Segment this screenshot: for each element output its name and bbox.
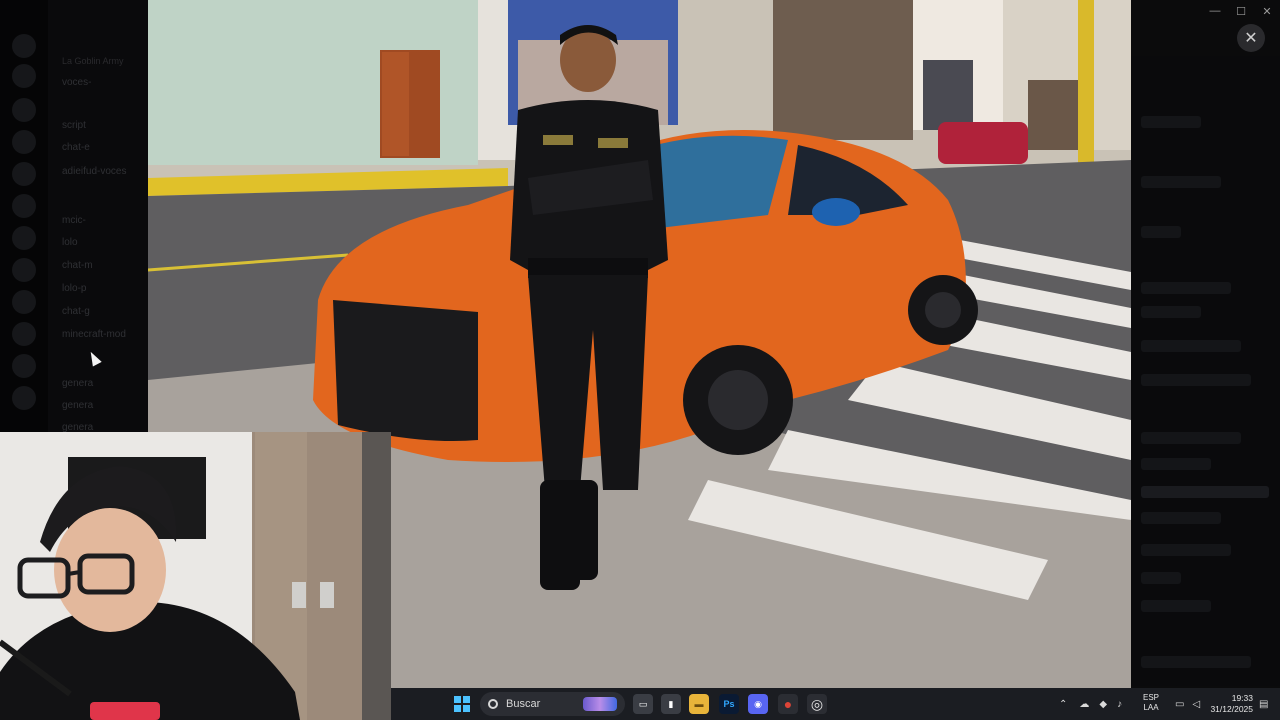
volume-icon: ◁ xyxy=(1192,698,1201,710)
channel-item[interactable]: adieifud-voces xyxy=(48,166,148,186)
screen: La Goblin Army voces- script chat-e adie… xyxy=(0,0,1280,720)
chevron-up-icon[interactable]: ⌃ xyxy=(1059,699,1067,710)
member-list xyxy=(1131,56,1280,686)
member-item[interactable] xyxy=(1141,656,1251,668)
obs-icon[interactable]: ◎ xyxy=(807,694,827,714)
channel-item[interactable]: lolo-p xyxy=(48,283,148,303)
chrome-icon[interactable]: ● xyxy=(778,694,798,714)
channel-item[interactable]: chat-m xyxy=(48,260,148,280)
clock-time: 19:33 xyxy=(1231,693,1253,703)
server-icon[interactable] xyxy=(12,34,36,58)
member-item[interactable] xyxy=(1141,512,1221,524)
member-item[interactable] xyxy=(1141,432,1241,444)
close-viewer-button[interactable]: ✕ xyxy=(1237,24,1265,52)
server-icon[interactable] xyxy=(12,98,36,122)
search-highlight-icon xyxy=(583,697,617,711)
member-item[interactable] xyxy=(1141,176,1221,188)
network-sound[interactable]: ▭ ◁ xyxy=(1175,688,1208,720)
member-item[interactable] xyxy=(1141,340,1241,352)
server-icon[interactable] xyxy=(12,162,36,186)
member-item[interactable] xyxy=(1141,226,1181,238)
system-tray: ⌃ ☁ ◆ ♪ xyxy=(1059,688,1132,720)
server-icon[interactable] xyxy=(12,64,36,88)
clock-date: 31/12/2025 xyxy=(1210,704,1253,714)
member-item[interactable] xyxy=(1141,374,1251,386)
windows-start-icon[interactable] xyxy=(454,696,470,712)
channel-item[interactable]: chat-e xyxy=(48,142,148,162)
server-icon[interactable] xyxy=(12,322,36,346)
member-item[interactable] xyxy=(1141,544,1231,556)
server-icon[interactable] xyxy=(12,258,36,282)
taskbar-search[interactable]: Buscar xyxy=(480,692,625,716)
member-item[interactable] xyxy=(1141,458,1211,470)
channel-item[interactable]: lolo xyxy=(48,237,148,257)
server-icon[interactable] xyxy=(12,354,36,378)
channel-item[interactable]: genera xyxy=(48,378,148,398)
clock[interactable]: 19:33 31/12/2025 xyxy=(1207,693,1253,715)
channel-item[interactable]: genera xyxy=(48,400,148,420)
microphone-icon[interactable]: ♪ xyxy=(1117,699,1122,710)
taskbar: Buscar ▭ ▮ ▬ Ps ◉ ● ◎ ⌃ ☁ ◆ ♪ ESP LAA ▭ … xyxy=(391,688,1280,720)
channel-item[interactable]: mcic- xyxy=(48,215,148,235)
server-name: La Goblin Army xyxy=(62,56,124,66)
photoshop-icon[interactable]: Ps xyxy=(719,694,739,714)
keyboard-layout: LAA xyxy=(1143,703,1159,712)
server-icon[interactable] xyxy=(12,226,36,250)
member-item[interactable] xyxy=(1141,486,1269,498)
discord-icon[interactable]: ◉ xyxy=(748,694,768,714)
window-controls: — ☐ ✕ xyxy=(1202,0,1280,22)
webcam-feed xyxy=(0,432,391,720)
member-item[interactable] xyxy=(1141,282,1231,294)
minimize-button[interactable]: — xyxy=(1202,0,1228,22)
webcam-overlay xyxy=(0,432,391,720)
server-icon[interactable] xyxy=(12,194,36,218)
notifications-icon[interactable]: ▤ xyxy=(1259,688,1268,720)
app-icon[interactable]: ▮ xyxy=(661,694,681,714)
member-item[interactable] xyxy=(1141,600,1211,612)
server-icon[interactable] xyxy=(12,386,36,410)
member-item[interactable] xyxy=(1141,116,1201,128)
channel-item[interactable] xyxy=(48,194,148,214)
maximize-button[interactable]: ☐ xyxy=(1228,0,1254,22)
language-code: ESP xyxy=(1143,693,1160,702)
close-window-button[interactable]: ✕ xyxy=(1254,0,1280,22)
channel-item[interactable]: genera xyxy=(48,422,148,432)
channel-item[interactable]: voces- xyxy=(48,77,148,97)
channel-item[interactable]: chat-g xyxy=(48,306,148,326)
channel-list: La Goblin Army voces- script chat-e adie… xyxy=(48,0,148,432)
file-explorer-icon[interactable]: ▬ xyxy=(689,694,709,714)
member-item[interactable] xyxy=(1141,572,1181,584)
server-icon[interactable] xyxy=(12,130,36,154)
onedrive-icon[interactable]: ☁ xyxy=(1079,699,1089,710)
security-icon[interactable]: ◆ xyxy=(1099,699,1107,710)
search-placeholder: Buscar xyxy=(506,698,541,710)
network-icon: ▭ xyxy=(1175,698,1185,710)
language-indicator[interactable]: ESP LAA xyxy=(1143,693,1159,713)
search-icon xyxy=(488,699,498,709)
channel-item[interactable]: script xyxy=(48,120,148,140)
member-item[interactable] xyxy=(1141,306,1201,318)
channel-item[interactable]: minecraft-mod xyxy=(48,329,148,349)
channel-item[interactable] xyxy=(48,98,148,118)
server-icon[interactable] xyxy=(12,290,36,314)
task-view-icon[interactable]: ▭ xyxy=(633,694,653,714)
server-rail xyxy=(0,0,48,432)
